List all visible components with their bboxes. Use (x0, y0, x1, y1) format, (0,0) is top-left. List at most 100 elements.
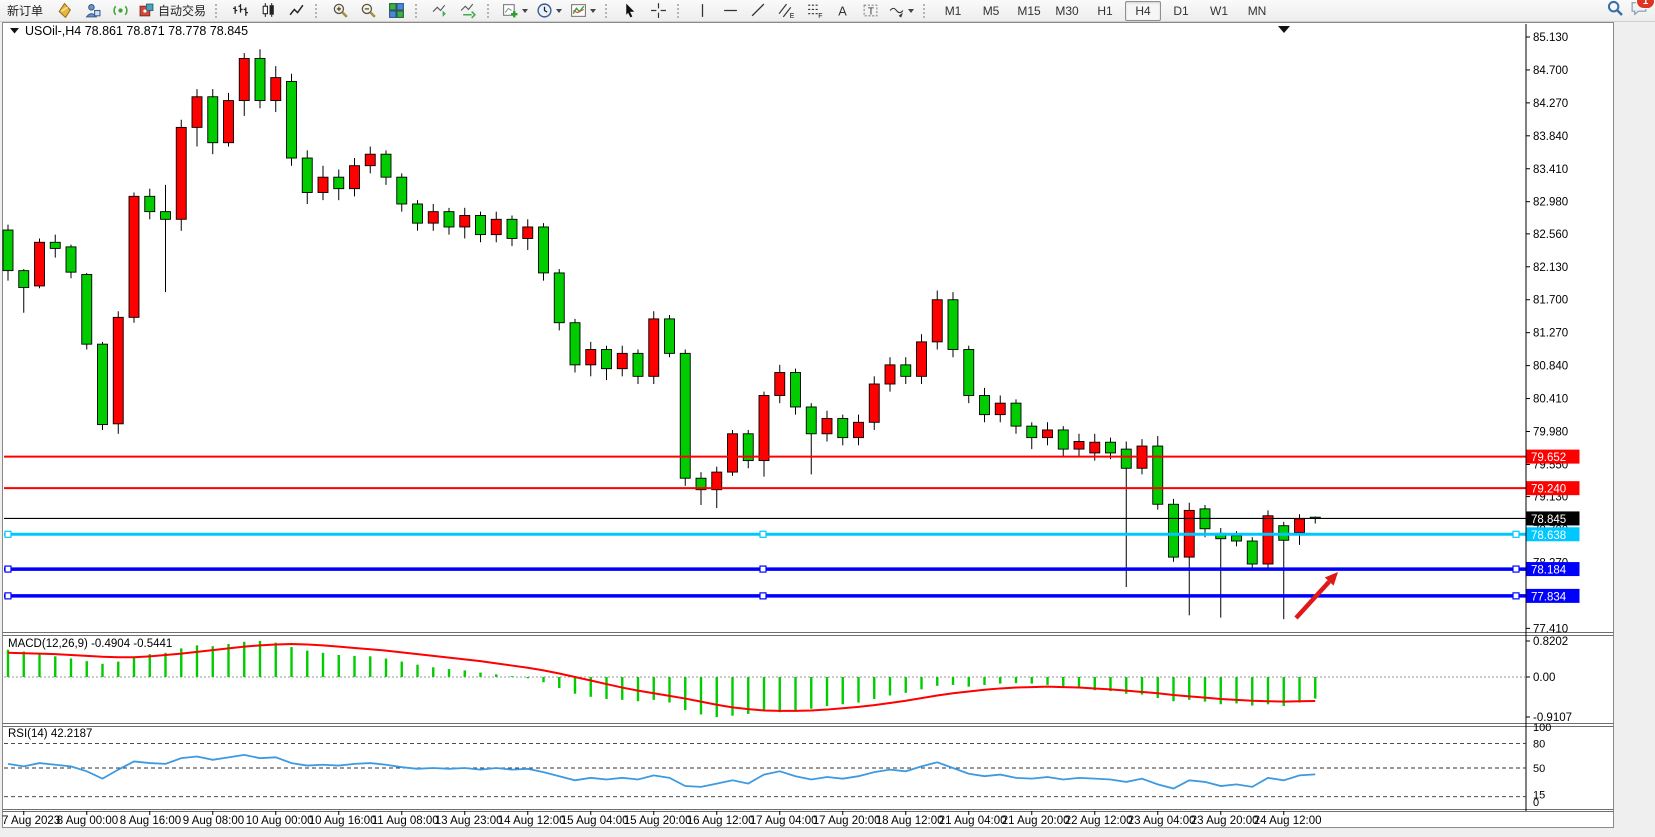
rsi-axis-label: 100 (1533, 722, 1551, 734)
candle (176, 120, 186, 231)
chevron-down-icon[interactable] (556, 9, 562, 13)
support-line-blue-1-handle[interactable] (1513, 566, 1519, 572)
tf-d1-button-label: D1 (1173, 4, 1188, 18)
tf-d1-button[interactable]: D1 (1163, 1, 1199, 21)
tf-w1-button[interactable]: W1 (1201, 1, 1237, 21)
bar-chart-button[interactable] (227, 1, 253, 21)
auto-trading-icon (138, 2, 155, 19)
rsi-label: RSI(14) 42.2187 (8, 728, 92, 740)
candle (932, 291, 942, 350)
line-chart-button[interactable] (283, 1, 309, 21)
tf-w1-button-label: W1 (1210, 4, 1228, 18)
marketwatch-icon[interactable] (79, 1, 105, 21)
fibonacci-button[interactable]: F (801, 1, 827, 21)
tf-m30-button[interactable]: M30 (1049, 1, 1085, 21)
bar-chart-icon (232, 2, 249, 19)
candle (680, 350, 690, 486)
time-tick-label: 21 Aug 04:00 (939, 815, 1007, 827)
price-tick-label: 80.410 (1533, 394, 1568, 406)
tf-m5-button-label: M5 (983, 4, 1000, 18)
chevron-down-icon[interactable] (908, 9, 914, 13)
resistance-line-1-price-label: 79.652 (1531, 452, 1566, 464)
svg-text:F: F (818, 13, 822, 19)
toolbar-separator (487, 4, 494, 18)
support-line-cyan-handle[interactable] (5, 531, 11, 537)
auto-trading-button[interactable]: 自动交易 (135, 1, 209, 21)
chat-icon[interactable]: 1 (1630, 0, 1649, 22)
price-tick-label: 85.130 (1533, 32, 1568, 44)
chart-window: 85.13084.70084.27083.84083.41082.98082.5… (0, 0, 1655, 832)
search-icon[interactable] (1606, 0, 1624, 22)
arrows-button[interactable] (885, 1, 917, 21)
tile-windows-icon (388, 2, 405, 19)
candle (964, 346, 974, 403)
toolbar: 新订单 自动交易 E F AT M1 M5 M15 M30 H1H4 D1 W1 MN 1 (0, 0, 1655, 22)
crosshair-button[interactable] (645, 1, 671, 21)
time-tick-label: 8 Aug 16:00 (120, 815, 181, 827)
text-label-button[interactable]: T (857, 1, 883, 21)
equidistant-channel-button[interactable]: E (773, 1, 799, 21)
tf-h1-button[interactable]: H1 (1087, 1, 1123, 21)
support-line-blue-2-price-label: 77.834 (1531, 591, 1567, 603)
tf-m15-button[interactable]: M15 (1011, 1, 1047, 21)
time-tick-label: 23 Aug 04:00 (1128, 815, 1196, 827)
horizontal-line-button[interactable] (717, 1, 743, 21)
line-chart-icon (288, 2, 305, 19)
indicators-button[interactable] (499, 1, 531, 21)
tf-m5-button[interactable]: M5 (973, 1, 1009, 21)
trendline-button[interactable] (745, 1, 771, 21)
time-tick-label: 11 Aug 08:00 (372, 815, 439, 827)
toolbar-right: 1 (1606, 0, 1649, 21)
indicators-icon (502, 2, 519, 19)
tf-m1-button[interactable]: M1 (935, 1, 971, 21)
support-line-blue-2-handle[interactable] (760, 593, 766, 599)
support-line-blue-2-handle[interactable] (1513, 593, 1519, 599)
chart-shift-button[interactable] (455, 1, 481, 21)
toolbar-separator (605, 4, 612, 18)
tf-mn-button[interactable]: MN (1239, 1, 1275, 21)
seal-icon[interactable] (51, 1, 77, 21)
arrows-icon (888, 2, 905, 19)
support-line-blue-1-handle[interactable] (5, 566, 11, 572)
rsi-axis-label: 50 (1533, 763, 1545, 775)
signal-icon[interactable] (107, 1, 133, 21)
vertical-line-button[interactable] (689, 1, 715, 21)
chevron-down-icon[interactable] (590, 9, 596, 13)
cursor-icon (622, 2, 639, 19)
support-line-cyan-handle[interactable] (1513, 531, 1519, 537)
rsi-axis-label: 0 (1533, 797, 1539, 809)
cursor-button[interactable] (617, 1, 643, 21)
price-tick-label: 82.560 (1533, 229, 1568, 241)
time-tick-label: 10 Aug 00:00 (246, 815, 314, 827)
zoom-out-button[interactable] (355, 1, 381, 21)
toolbar-left: 新订单 自动交易 E F AT M1 M5 M15 M30 H1H4 D1 W1 MN (0, 0, 1276, 21)
fibonacci-icon: F (806, 2, 823, 19)
price-tick-label: 82.980 (1533, 197, 1568, 209)
tile-windows-button[interactable] (383, 1, 409, 21)
support-line-blue-1-handle[interactable] (760, 566, 766, 572)
periods-icon (536, 2, 553, 19)
periods-button[interactable] (533, 1, 565, 21)
time-tick-label: 17 Aug 20:00 (813, 815, 881, 827)
auto-scroll-button[interactable] (427, 1, 453, 21)
text-button[interactable]: A (829, 1, 855, 21)
candlestick-chart-button[interactable] (255, 1, 281, 21)
support-line-cyan-handle[interactable] (760, 531, 766, 537)
crosshair-icon (650, 2, 667, 19)
support-line-blue-2-handle[interactable] (5, 593, 11, 599)
tf-m30-button-label: M30 (1055, 4, 1078, 18)
candle (113, 311, 123, 434)
price-tick-label: 84.270 (1533, 98, 1568, 110)
candle (35, 238, 45, 288)
tf-h4-button[interactable]: H4 (1125, 1, 1161, 21)
chevron-down-icon[interactable] (522, 9, 528, 13)
price-tick-label: 82.130 (1533, 262, 1568, 274)
time-tick-label: 24 Aug 12:00 (1254, 815, 1322, 827)
templates-button[interactable] (567, 1, 599, 21)
new-order-button[interactable]: 新订单 (1, 1, 49, 21)
horizontal-line-icon (722, 2, 739, 19)
trendline-icon (750, 2, 767, 19)
zoom-in-button[interactable] (327, 1, 353, 21)
candle (728, 430, 738, 476)
candle (224, 93, 234, 147)
